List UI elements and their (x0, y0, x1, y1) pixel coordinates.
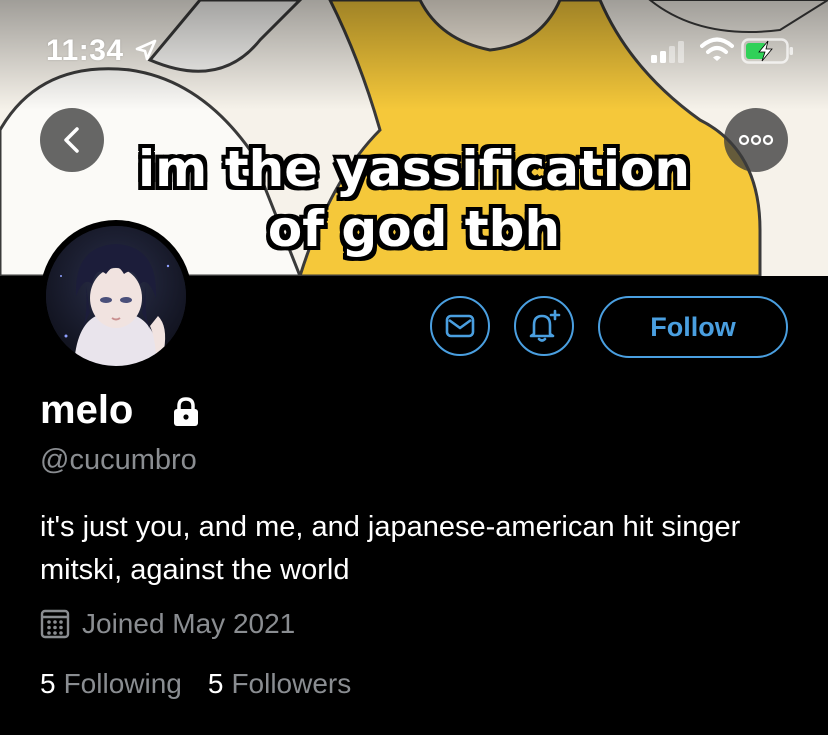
status-bar: 11:34 (0, 0, 828, 96)
cellular-signal-icon (651, 41, 684, 63)
joined-date: Joined May 2021 (40, 606, 295, 642)
envelope-icon (445, 314, 475, 338)
banner-caption-line1: im the yassification (138, 140, 690, 198)
lock-icon (174, 397, 198, 426)
status-time: 11:34 (46, 34, 124, 67)
calendar-icon (40, 609, 70, 639)
joined-text: Joined May 2021 (82, 608, 296, 639)
more-options-button[interactable] (724, 108, 788, 172)
following-link[interactable]: 5 Following (40, 668, 182, 700)
back-button[interactable] (40, 108, 104, 172)
bell-plus-icon (529, 309, 561, 342)
notifications-button[interactable] (514, 296, 574, 356)
user-handle: @cucumbro (40, 444, 197, 476)
wifi-icon (700, 37, 734, 61)
profile-bio: it's just you, and me, and japanese-amer… (40, 511, 741, 586)
more-horizontal-icon (738, 134, 774, 146)
followers-link[interactable]: 5 Followers (208, 668, 351, 700)
location-arrow-icon (135, 39, 157, 61)
following-label: Following (63, 668, 182, 699)
battery-charging-icon (741, 38, 793, 64)
avatar-image (46, 226, 186, 366)
message-button[interactable] (430, 296, 490, 356)
follow-button[interactable]: Follow (598, 296, 788, 358)
followers-count: 5 (207, 668, 224, 699)
follow-stats: 5 Following 5 Followers (40, 668, 351, 700)
display-name: melo (40, 388, 134, 432)
chevron-left-icon (64, 127, 79, 153)
avatar[interactable] (40, 220, 192, 372)
followers-label: Followers (231, 668, 352, 699)
following-count: 5 (40, 668, 56, 699)
